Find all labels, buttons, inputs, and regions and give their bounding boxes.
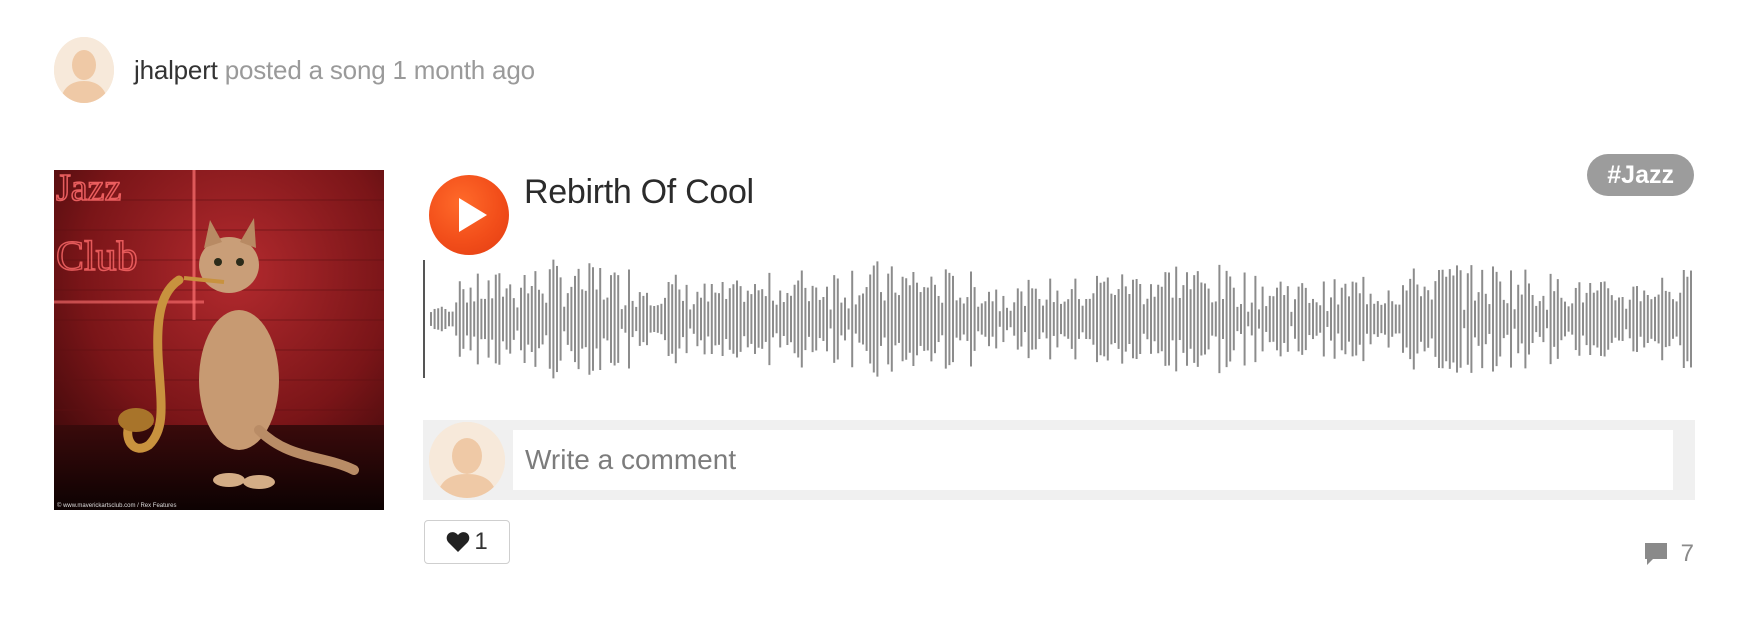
comment-count: 7 [1680,540,1694,567]
play-button[interactable] [429,175,509,255]
track-title: Rebirth Of Cool [524,173,754,211]
like-button[interactable]: 1 [424,520,510,564]
post-meta: jhalpert posted a song 1 month ago [134,55,535,86]
svg-text:© www.maverickartsclub.com / R: © www.maverickartsclub.com / Rex Feature… [57,502,176,509]
comment-composer [423,420,1695,500]
waveform-seekbar[interactable] [423,258,1695,380]
comment-count-link[interactable]: 7 [1643,540,1694,568]
svg-text:Club: Club [56,234,138,280]
avatar-silhouette-icon [54,37,114,103]
commenter-avatar [429,422,505,498]
heart-icon [446,532,470,552]
song-post: jhalpert posted a song 1 month ago Jazz … [0,0,1752,622]
like-count: 1 [474,528,488,555]
play-icon [458,198,487,232]
post-header: jhalpert posted a song 1 month ago [54,37,535,103]
speech-bubble-icon [1644,543,1667,565]
post-action-text: posted a song 1 month ago [217,54,535,85]
avatar-silhouette-icon [429,422,505,498]
user-avatar[interactable] [54,37,114,103]
genre-tag-badge[interactable]: #Jazz [1587,154,1694,196]
comment-input[interactable] [513,430,1673,490]
svg-text:Jazz: Jazz [56,170,121,209]
username-link[interactable]: jhalpert [134,55,218,85]
cover-art-image: Jazz Club © www.maverickartsclub.com / R… [54,170,384,510]
waveform-graphic [423,259,1692,379]
album-cover[interactable]: Jazz Club © www.maverickartsclub.com / R… [54,170,384,510]
